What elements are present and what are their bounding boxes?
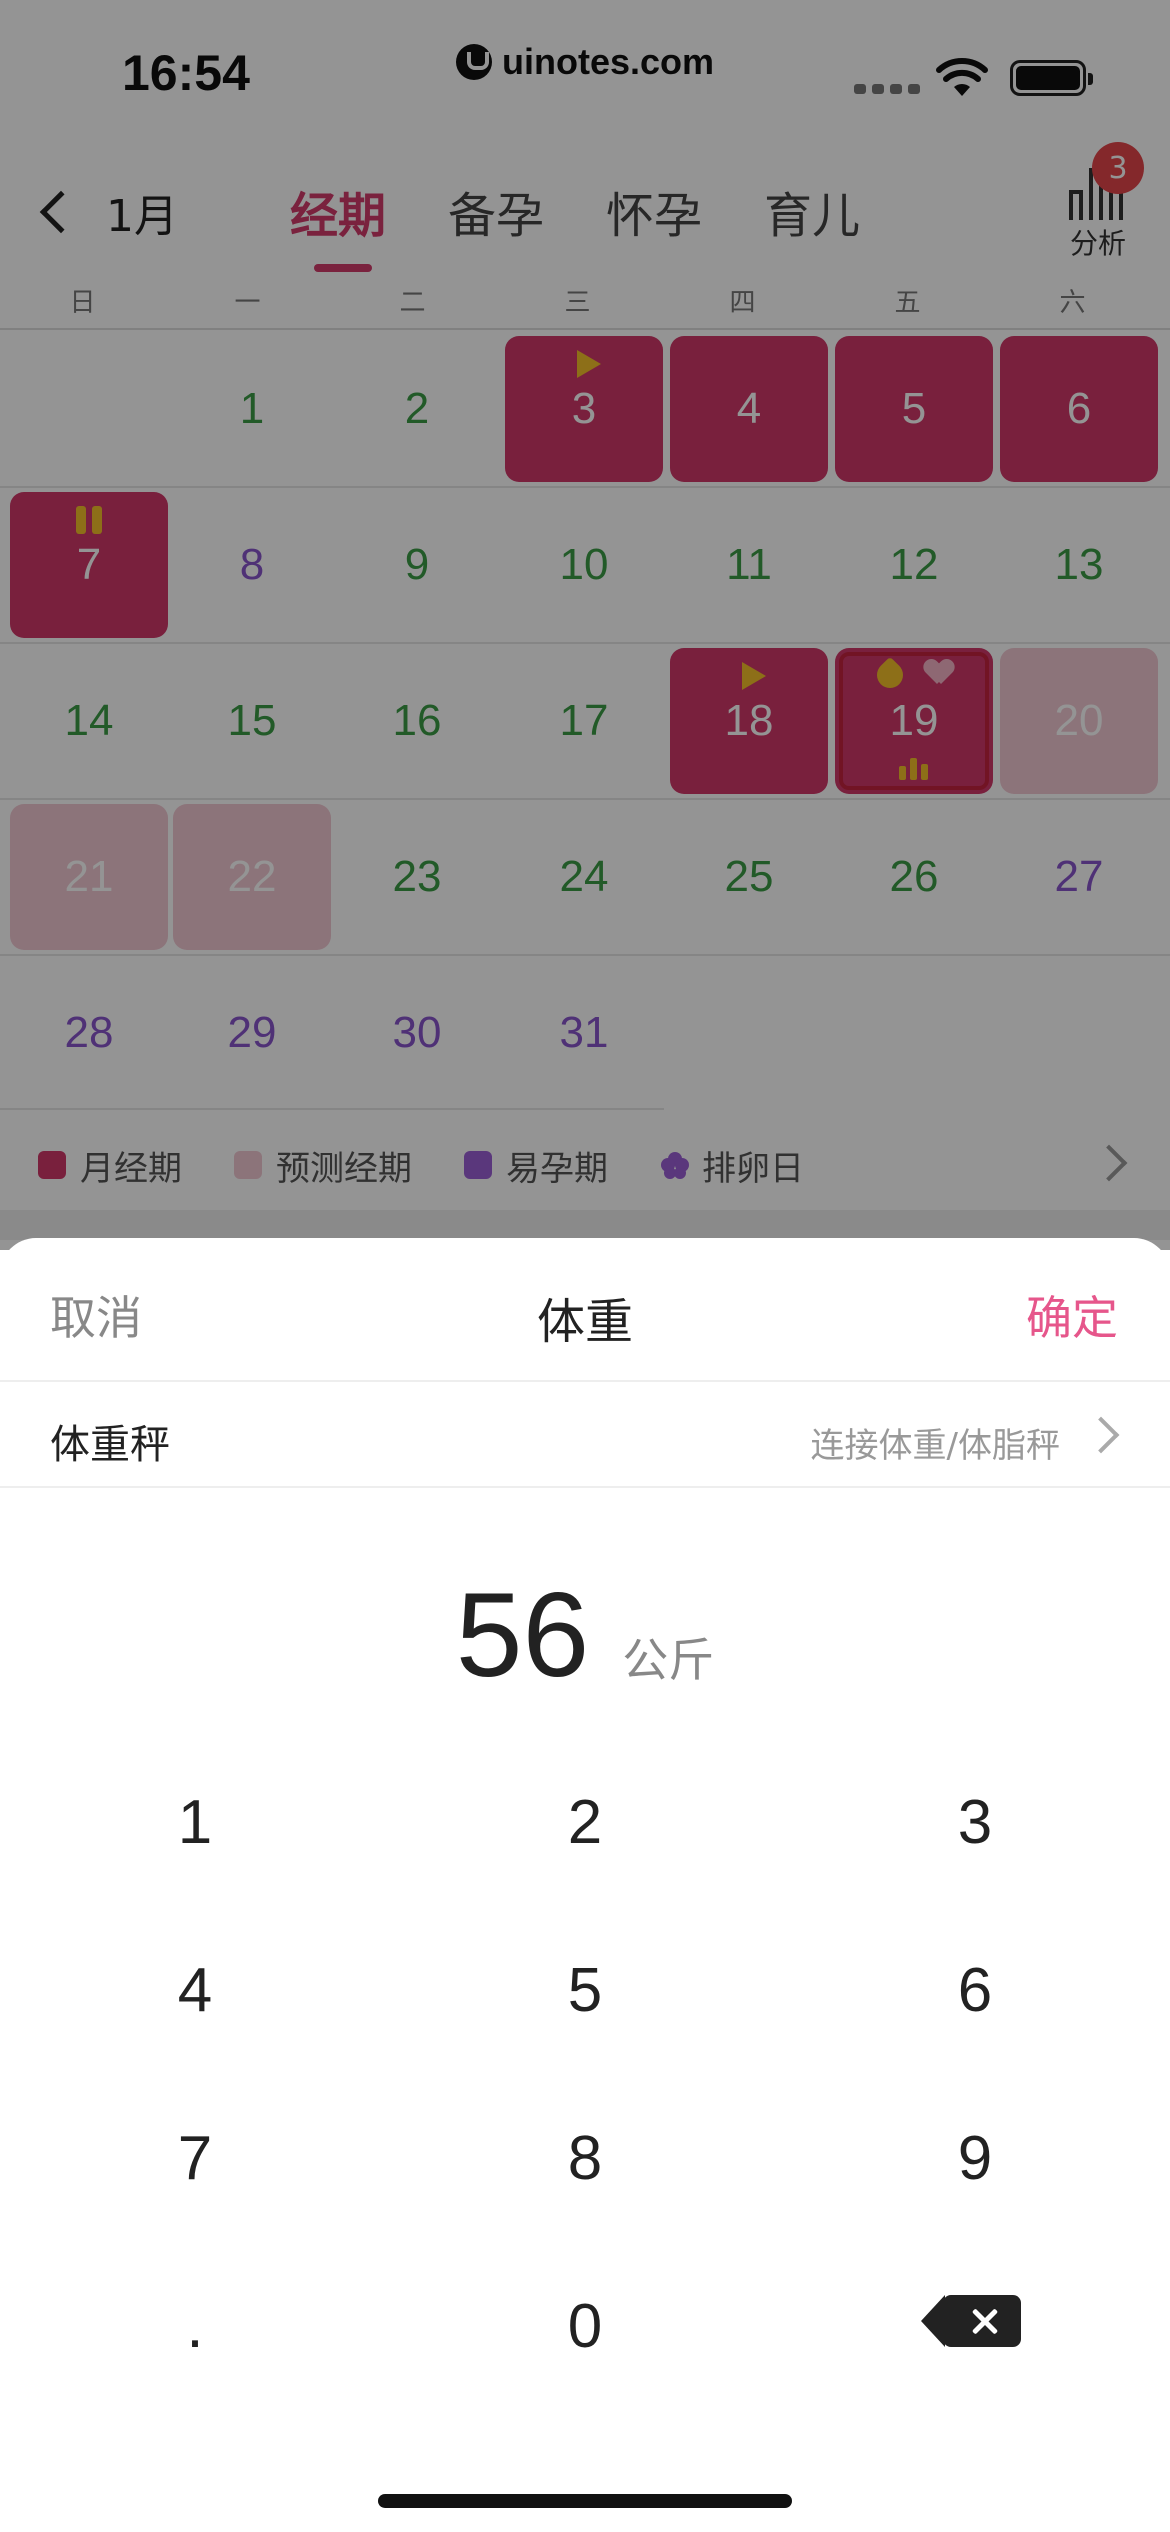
- key-0[interactable]: 0: [390, 2291, 780, 2362]
- connect-scale-link: 连接体重/体脂秤: [810, 1426, 1060, 1466]
- key-5[interactable]: 5: [390, 1955, 780, 2026]
- weight-display: 56 公斤: [0, 1566, 1170, 1704]
- key-decimal[interactable]: .: [0, 2291, 390, 2362]
- weight-value: 56: [455, 1568, 590, 1702]
- confirm-button[interactable]: 确定: [1026, 1282, 1118, 1348]
- key-9[interactable]: 9: [780, 2123, 1170, 2194]
- key-8[interactable]: 8: [390, 2123, 780, 2194]
- connect-scale-row[interactable]: 体重秤 连接体重/体脂秤: [0, 1382, 1170, 1488]
- chevron-right-icon: [1082, 1416, 1120, 1454]
- numeric-keypad: 1 2 3 4 5 6 7 8 9 . 0: [0, 1738, 1170, 2410]
- key-7[interactable]: 7: [0, 2123, 390, 2194]
- weight-unit: 公斤: [622, 1633, 715, 1687]
- key-2[interactable]: 2: [390, 1787, 780, 1858]
- key-1[interactable]: 1: [0, 1787, 390, 1858]
- modal-overlay[interactable]: [0, 0, 1170, 1250]
- delete-key[interactable]: [780, 2291, 1170, 2362]
- sheet-header: 取消 体重 确定: [0, 1238, 1170, 1382]
- backspace-icon: [921, 2294, 1021, 2347]
- weight-input-sheet: 取消 体重 确定 体重秤 连接体重/体脂秤 56 公斤 1 2 3 4 5 6 …: [0, 1238, 1170, 2532]
- home-indicator: [378, 2494, 792, 2508]
- key-6[interactable]: 6: [780, 1955, 1170, 2026]
- scale-label: 体重秤: [50, 1422, 170, 1468]
- key-3[interactable]: 3: [780, 1787, 1170, 1858]
- sheet-title: 体重: [536, 1294, 633, 1350]
- key-4[interactable]: 4: [0, 1955, 390, 2026]
